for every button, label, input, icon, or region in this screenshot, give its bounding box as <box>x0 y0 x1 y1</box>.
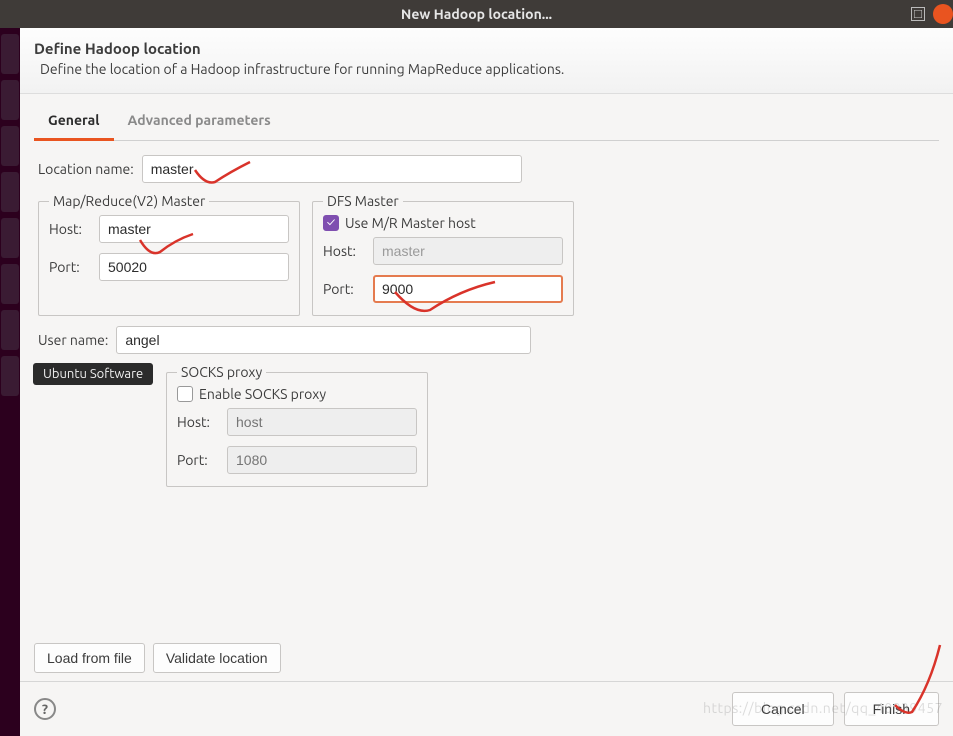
close-icon[interactable] <box>933 4 953 24</box>
socks-proxy-group: SOCKS proxy Enable SOCKS proxy Host: Por… <box>166 364 428 487</box>
socks-port-input <box>227 446 417 474</box>
page-description: Define the location of a Hadoop infrastr… <box>40 61 939 77</box>
window-titlebar: New Hadoop location... <box>0 0 953 28</box>
location-name-input[interactable] <box>142 155 522 183</box>
tab-general[interactable]: General <box>34 104 114 141</box>
content-area: General Advanced parameters Location nam… <box>20 94 953 681</box>
username-label: User name: <box>38 332 108 348</box>
launcher-item[interactable] <box>1 172 19 212</box>
tab-bar: General Advanced parameters <box>34 104 939 141</box>
mr-host-input[interactable] <box>99 215 289 243</box>
dfs-master-group: DFS Master ✓ Use M/R Master host Host: P… <box>312 193 574 316</box>
dfs-host-input <box>373 237 563 265</box>
mr-port-input[interactable] <box>99 253 289 281</box>
page-title: Define Hadoop location <box>34 40 939 57</box>
use-mr-host-label: Use M/R Master host <box>345 215 476 231</box>
validate-location-button[interactable]: Validate location <box>153 643 281 673</box>
launcher-item[interactable] <box>1 34 19 74</box>
panel-button-row: Load from file Validate location <box>34 633 939 681</box>
launcher-tooltip: Ubuntu Software <box>33 363 153 385</box>
use-mr-host-checkbox[interactable]: ✓ <box>323 215 339 231</box>
load-from-file-button[interactable]: Load from file <box>34 643 145 673</box>
form-general: Location name: Map/Reduce(V2) Master Hos… <box>34 141 939 491</box>
ubuntu-launcher <box>0 28 20 736</box>
window-title: New Hadoop location... <box>401 6 552 22</box>
dfs-port-input[interactable] <box>373 275 563 303</box>
socks-host-input <box>227 408 417 436</box>
enable-socks-label: Enable SOCKS proxy <box>199 386 326 402</box>
watermark: https://blog.csdn.net/qq_40939457 <box>703 700 943 716</box>
username-input[interactable] <box>116 326 531 354</box>
launcher-item[interactable] <box>1 218 19 258</box>
dfs-host-label: Host: <box>323 243 365 259</box>
launcher-item[interactable] <box>1 264 19 304</box>
dialog: Define Hadoop location Define the locati… <box>20 28 953 736</box>
launcher-item[interactable] <box>1 310 19 350</box>
launcher-item[interactable] <box>1 80 19 120</box>
socks-port-label: Port: <box>177 452 219 468</box>
dfs-master-legend: DFS Master <box>323 193 403 209</box>
banner: Define Hadoop location Define the locati… <box>20 28 953 94</box>
mapreduce-master-group: Map/Reduce(V2) Master Host: Port: <box>38 193 300 316</box>
location-name-label: Location name: <box>38 161 134 177</box>
mr-port-label: Port: <box>49 259 91 275</box>
tab-advanced[interactable]: Advanced parameters <box>114 104 285 141</box>
minimize-restore-icon[interactable] <box>911 7 925 21</box>
dfs-port-label: Port: <box>323 281 365 297</box>
enable-socks-checkbox[interactable] <box>177 386 193 402</box>
mapreduce-master-legend: Map/Reduce(V2) Master <box>49 193 209 209</box>
socks-host-label: Host: <box>177 414 219 430</box>
socks-proxy-legend: SOCKS proxy <box>177 364 266 380</box>
launcher-item[interactable] <box>1 126 19 166</box>
mr-host-label: Host: <box>49 221 91 237</box>
launcher-item[interactable] <box>1 356 19 396</box>
help-icon[interactable]: ? <box>34 698 56 720</box>
